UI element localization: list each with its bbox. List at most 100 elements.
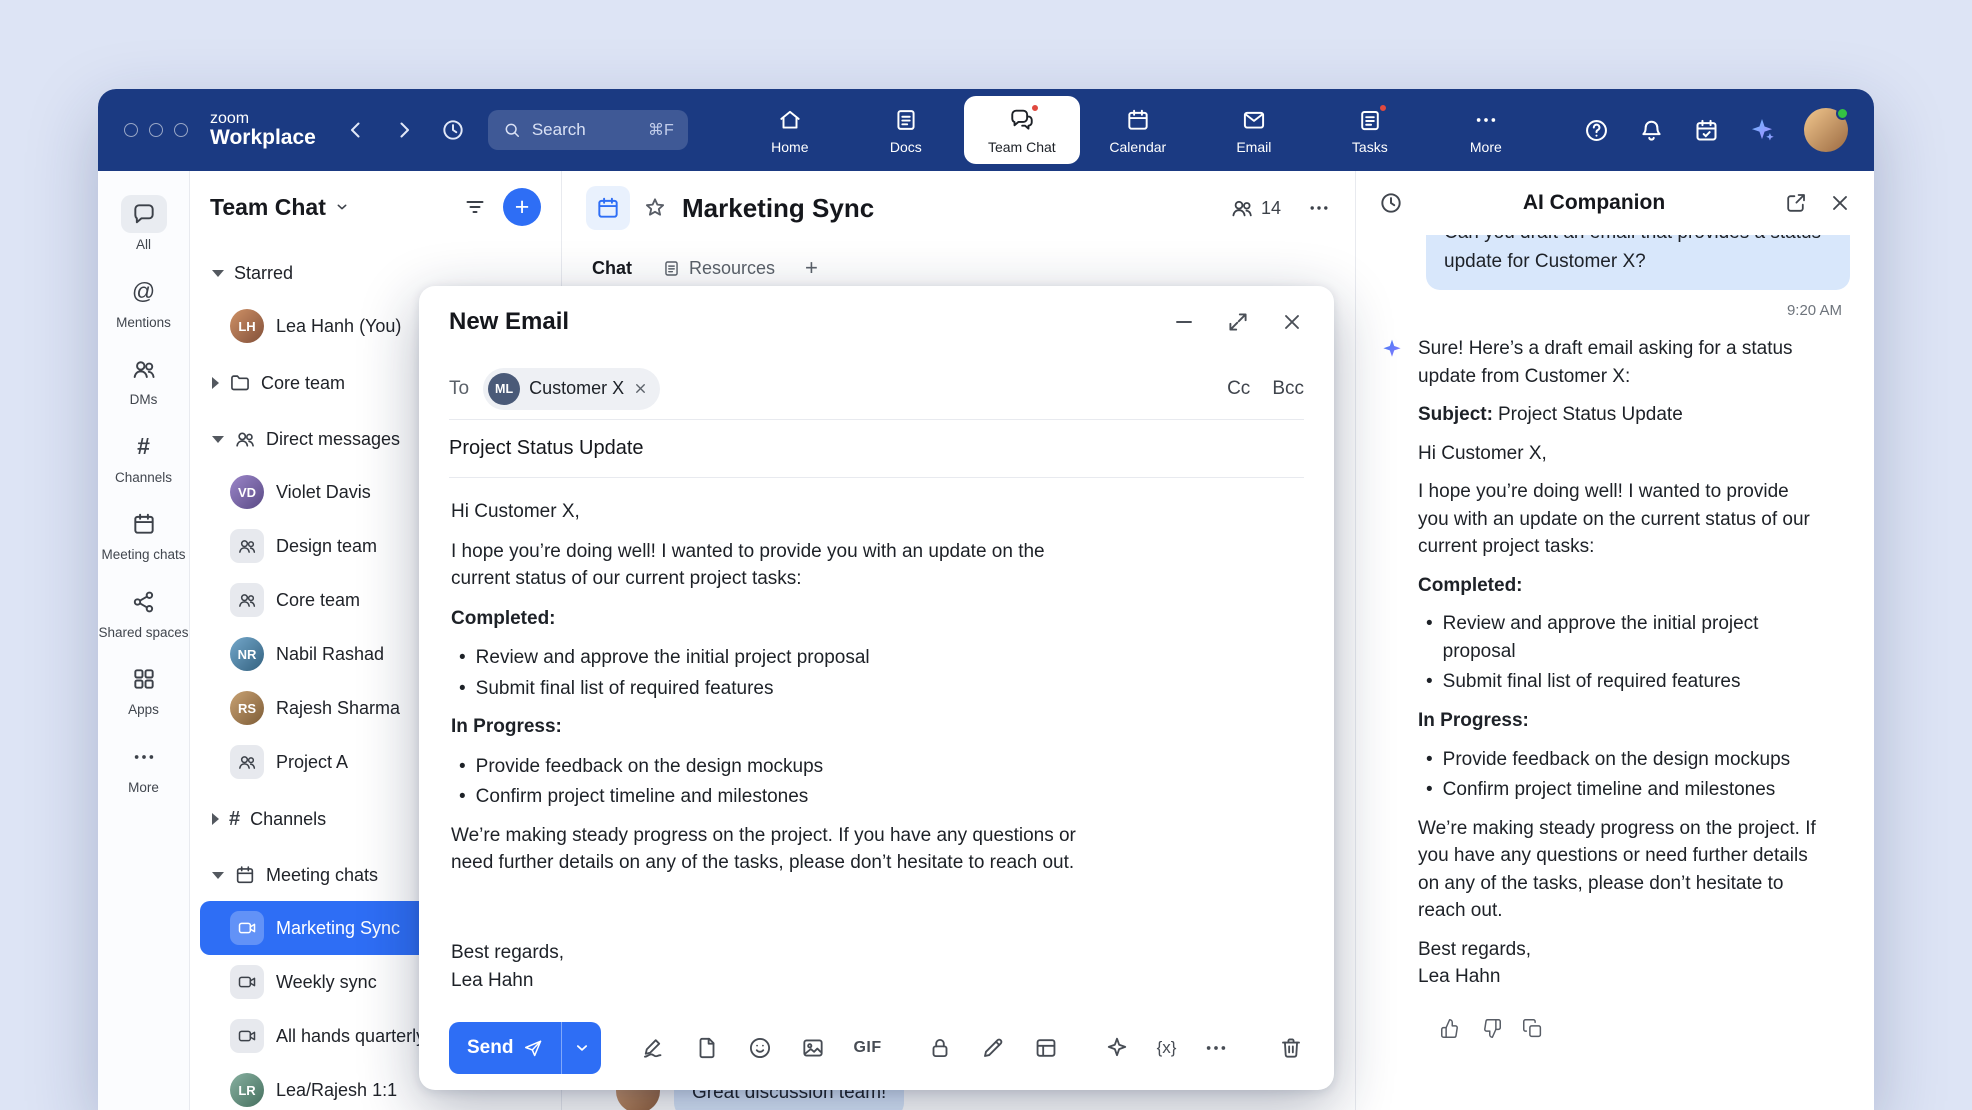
rail-item-all[interactable]: All: [98, 185, 189, 263]
email-bullet: Review and approve the initial project p…: [451, 644, 1107, 672]
nav-docs[interactable]: Docs: [848, 89, 964, 171]
tab-chat[interactable]: Chat: [592, 245, 632, 291]
ai-body-intro: I hope you’re doing well! I wanted to pr…: [1418, 478, 1824, 561]
chat-bubble-icon: [121, 195, 167, 233]
ai-in-progress-label: In Progress:: [1418, 707, 1824, 735]
forward-icon[interactable]: [392, 118, 416, 142]
nav-calendar[interactable]: Calendar: [1080, 89, 1196, 171]
discard-trash-icon[interactable]: [1278, 1035, 1304, 1061]
group-avatar-icon: [230, 745, 264, 779]
people-icon: [234, 428, 256, 450]
close-window-button[interactable]: [124, 123, 138, 137]
template-icon[interactable]: [1033, 1035, 1059, 1061]
email-bullet: Provide feedback on the design mockups: [451, 753, 1107, 781]
email-intro: I hope you’re doing well! I wanted to pr…: [451, 538, 1107, 593]
rail-item-shared-spaces[interactable]: Shared spaces: [98, 573, 189, 651]
bcc-button[interactable]: Bcc: [1272, 378, 1304, 400]
emoji-icon[interactable]: [747, 1035, 773, 1061]
minimize-window-button[interactable]: [149, 123, 163, 137]
expand-icon[interactable]: [1226, 310, 1250, 334]
online-status-dot: [1836, 107, 1849, 120]
avatar: NR: [230, 637, 264, 671]
nav-team-chat[interactable]: Team Chat: [964, 96, 1080, 164]
email-completed-label: Completed:: [451, 605, 1107, 633]
left-icon-rail: All @ Mentions DMs # Channels Meeting ch…: [98, 171, 190, 1110]
caret-down-icon: [212, 270, 224, 277]
thumbs-down-icon[interactable]: [1481, 1018, 1502, 1039]
gif-icon[interactable]: GIF: [853, 1039, 881, 1057]
ai-companion-sparkle-icon[interactable]: [1748, 116, 1776, 144]
home-icon: [776, 106, 804, 134]
help-icon[interactable]: [1583, 117, 1610, 144]
rail-item-mentions[interactable]: @ Mentions: [98, 263, 189, 341]
history-icon[interactable]: [440, 117, 466, 143]
tasks-notification-dot: [1378, 103, 1388, 113]
avatar: VD: [230, 475, 264, 509]
thumbs-up-icon[interactable]: [1440, 1018, 1461, 1039]
ai-completed-label: Completed:: [1418, 572, 1824, 600]
variables-icon[interactable]: {x}: [1157, 1038, 1177, 1058]
encrypt-lock-icon[interactable]: [927, 1035, 953, 1061]
mention-icon: @: [121, 273, 167, 311]
tab-add-button[interactable]: +: [805, 245, 818, 291]
recipient-chip[interactable]: ML Customer X: [483, 368, 660, 410]
send-button[interactable]: Send: [449, 1022, 561, 1074]
top-navigation: Home Docs Team Chat Calendar Email: [732, 89, 1544, 171]
email-signoff: Best regards,: [451, 939, 1107, 967]
edit-pencil-icon[interactable]: [980, 1035, 1006, 1061]
filter-icon[interactable]: [463, 195, 487, 219]
email-bullet: Submit final list of required features: [451, 675, 1107, 703]
star-icon[interactable]: [642, 195, 668, 221]
insert-image-icon[interactable]: [800, 1035, 826, 1061]
ai-closing: We’re making steady progress on the proj…: [1418, 815, 1824, 925]
user-avatar[interactable]: [1804, 108, 1848, 152]
tab-resources[interactable]: Resources: [662, 245, 775, 291]
email-icon: [1240, 106, 1268, 134]
email-body-editor[interactable]: Hi Customer X, I hope you’re doing well!…: [449, 478, 1109, 1006]
ai-bullet: Submit final list of required features: [1418, 668, 1824, 696]
chat-options-icon[interactable]: [1307, 196, 1331, 220]
avatar: RS: [230, 691, 264, 725]
back-icon[interactable]: [344, 118, 368, 142]
nav-tasks[interactable]: Tasks: [1312, 89, 1428, 171]
more-options-icon[interactable]: [1203, 1035, 1229, 1061]
ai-assist-sparkle-icon[interactable]: [1104, 1035, 1130, 1061]
search-icon: [502, 120, 522, 140]
attach-file-icon[interactable]: [694, 1035, 720, 1061]
ai-signoff: Best regards,: [1418, 936, 1824, 964]
fullscreen-window-button[interactable]: [174, 123, 188, 137]
rail-item-channels[interactable]: # Channels: [98, 418, 189, 496]
send-options-button[interactable]: [561, 1022, 601, 1074]
remove-recipient-icon[interactable]: [633, 381, 648, 396]
nav-more[interactable]: More: [1428, 89, 1544, 171]
search-input[interactable]: Search ⌘F: [488, 110, 688, 150]
caret-down-icon: [212, 872, 224, 879]
rail-item-apps[interactable]: Apps: [98, 650, 189, 728]
copy-icon[interactable]: [1522, 1018, 1543, 1039]
email-signature: Lea Hahn: [451, 967, 1107, 995]
calendar-today-icon[interactable]: [1693, 117, 1720, 144]
meeting-icon: [234, 864, 256, 886]
nav-home[interactable]: Home: [732, 89, 848, 171]
nav-email[interactable]: Email: [1196, 89, 1312, 171]
avatar: LR: [230, 1073, 264, 1107]
cc-button[interactable]: Cc: [1227, 378, 1250, 400]
rail-item-meeting-chats[interactable]: Meeting chats: [98, 495, 189, 573]
close-panel-icon[interactable]: [1828, 191, 1852, 215]
minimize-icon[interactable]: [1172, 310, 1196, 334]
meeting-chats-icon: [121, 505, 167, 543]
signature-icon[interactable]: [641, 1035, 667, 1061]
send-plane-icon: [523, 1038, 543, 1058]
avatar: LH: [230, 309, 264, 343]
open-in-new-window-icon[interactable]: [1784, 191, 1808, 215]
member-count[interactable]: 14: [1230, 196, 1281, 220]
rail-item-more[interactable]: More: [98, 728, 189, 806]
ai-history-icon[interactable]: [1378, 190, 1404, 216]
new-chat-button[interactable]: +: [503, 188, 541, 226]
rail-item-dms[interactable]: DMs: [98, 340, 189, 418]
chat-list-title[interactable]: Team Chat: [210, 194, 350, 221]
notifications-bell-icon[interactable]: [1638, 117, 1665, 144]
close-icon[interactable]: [1280, 310, 1304, 334]
subject-input[interactable]: Project Status Update: [449, 420, 1304, 478]
caret-down-icon: [212, 436, 224, 443]
